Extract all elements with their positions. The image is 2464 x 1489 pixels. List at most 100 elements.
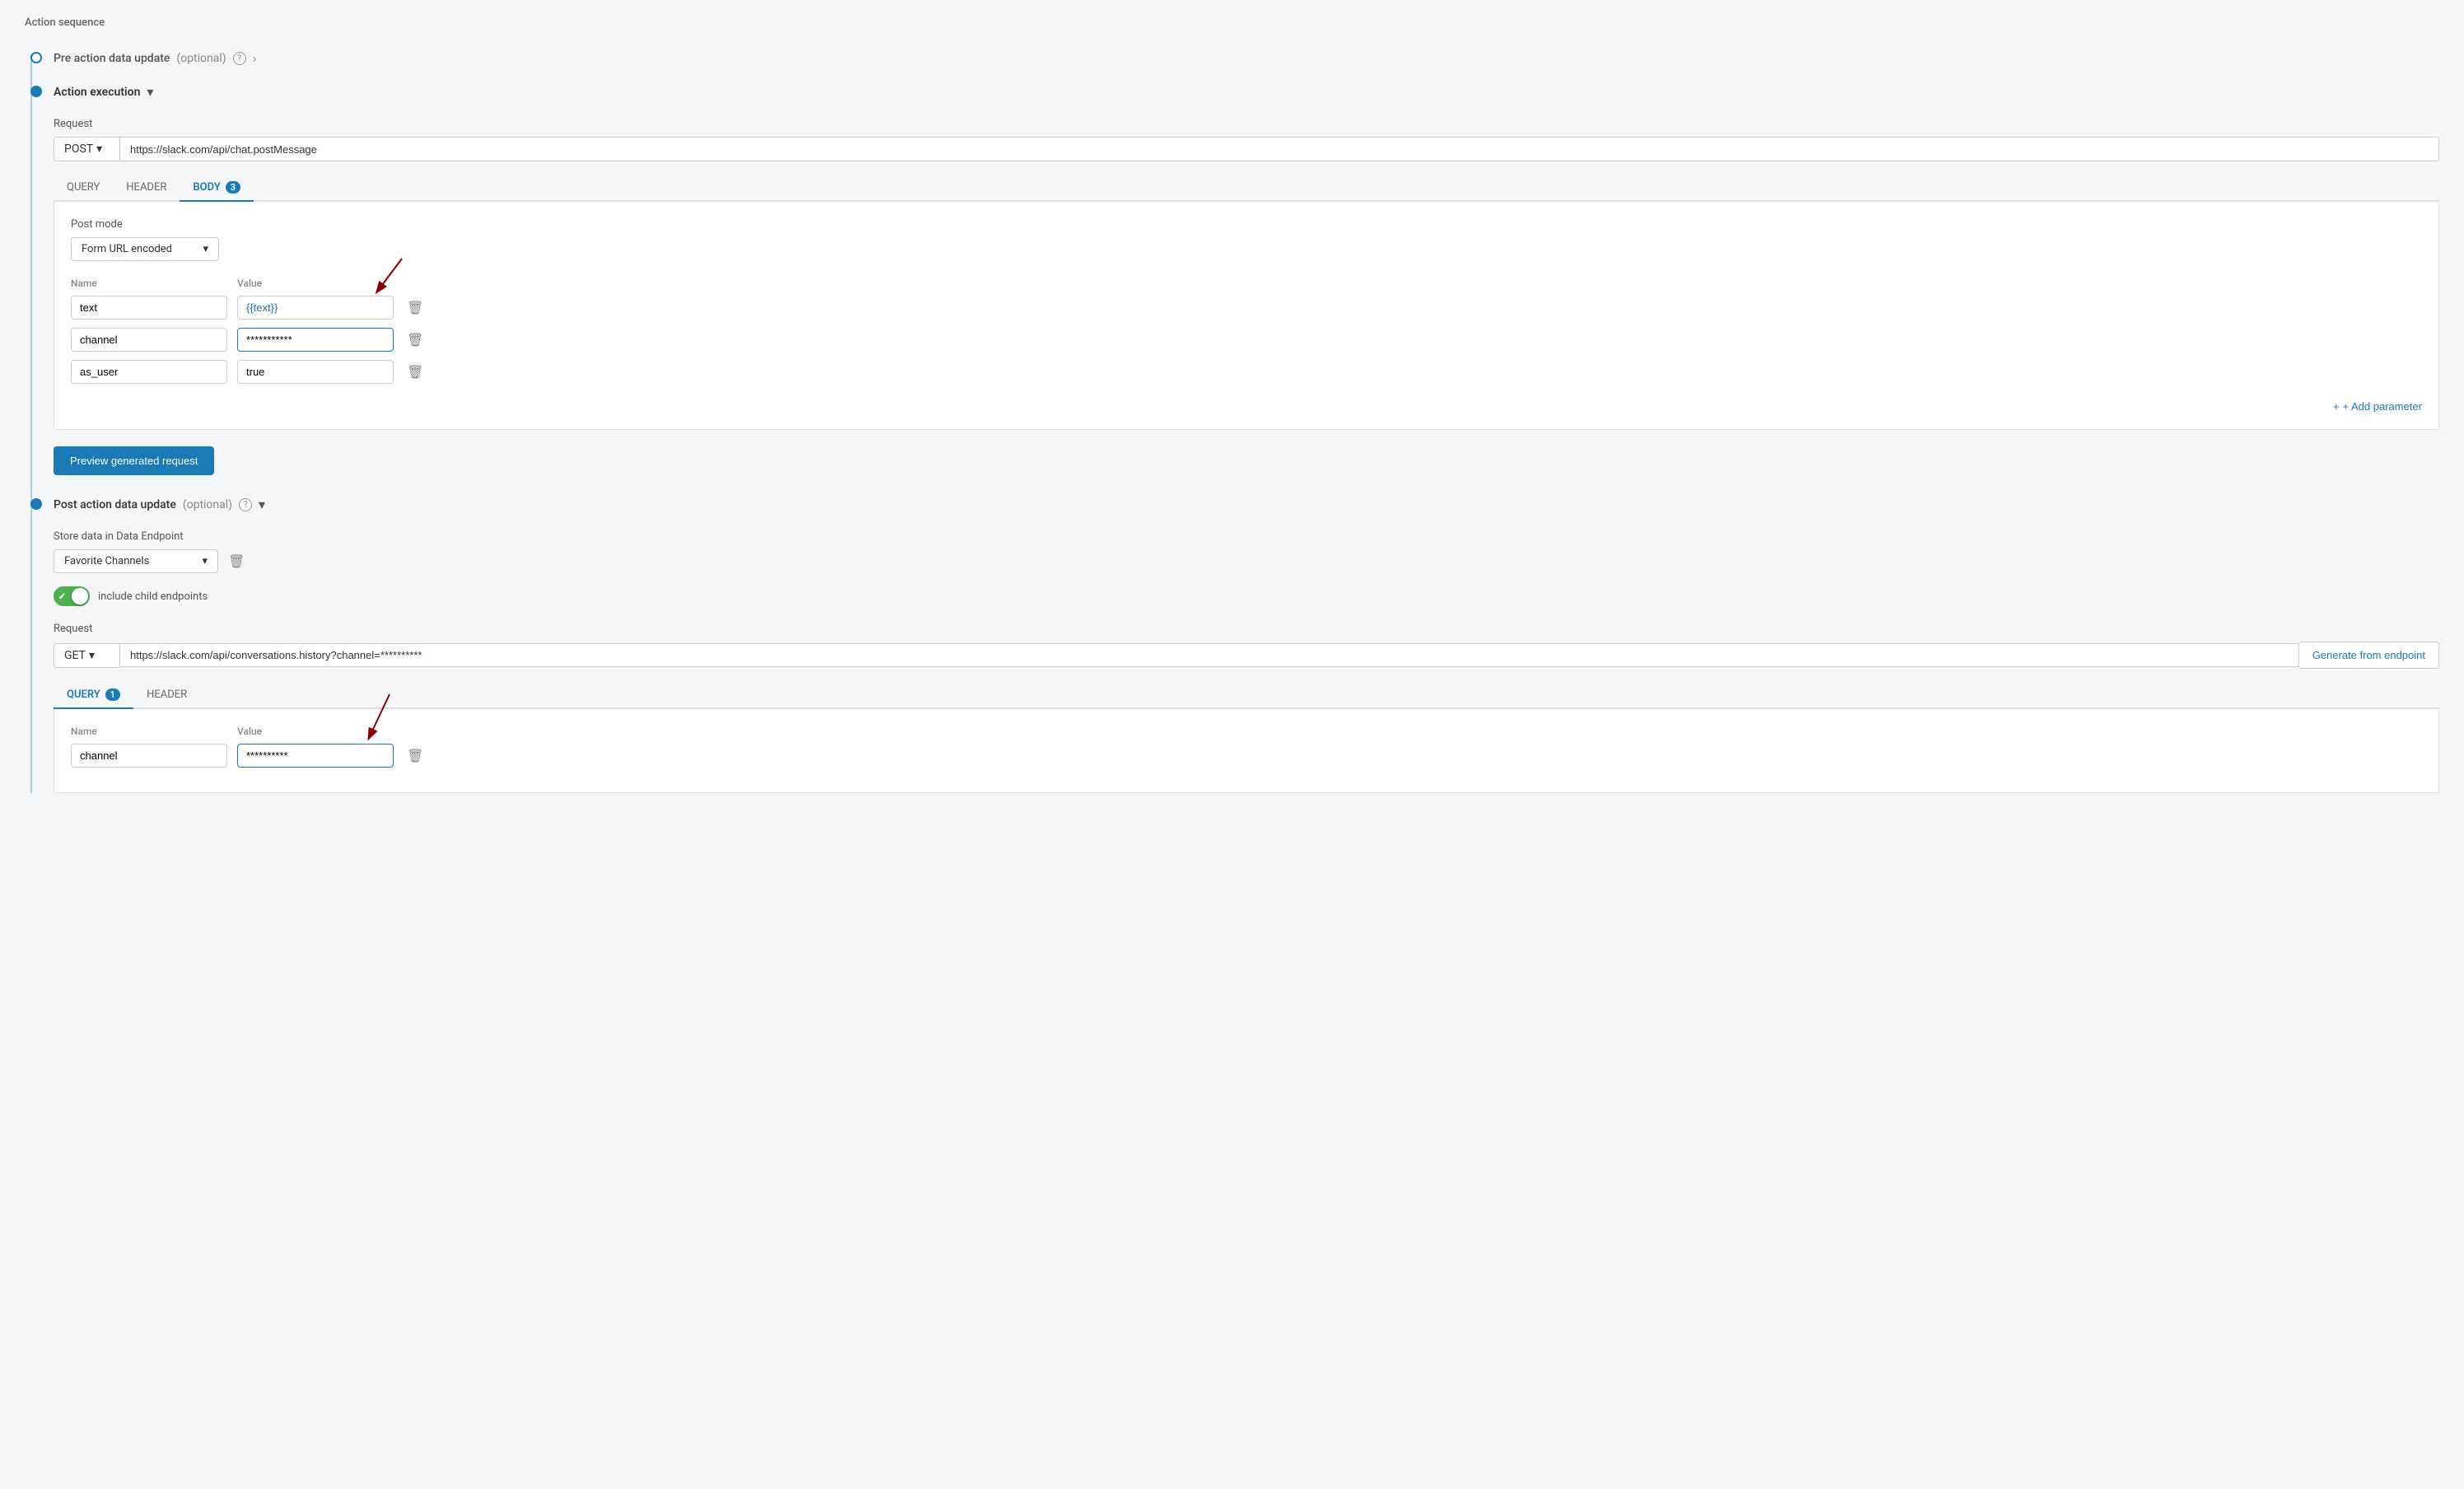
param-name-asuser[interactable] xyxy=(71,360,227,384)
post-params-header: Name Value xyxy=(71,726,2422,737)
request-tabs: QUERY HEADER BODY 3 xyxy=(54,175,2439,202)
post-delete-channel-button[interactable]: 🗑 xyxy=(404,744,427,768)
pre-action-help-icon[interactable]: ? xyxy=(233,52,246,65)
toggle-row: ✓ include child endpoints xyxy=(54,586,2439,606)
include-child-toggle[interactable]: ✓ xyxy=(54,586,90,606)
store-value: Favorite Channels xyxy=(64,555,149,567)
param-value-channel[interactable] xyxy=(237,328,394,352)
add-param-label: + Add parameter xyxy=(2343,400,2422,413)
url-input[interactable] xyxy=(119,137,2439,161)
action-execution-step: Action execution ▾ Request POST ▾ QUERY … xyxy=(54,79,2439,475)
pre-action-label: Pre action data update xyxy=(54,52,170,65)
param-row-asuser: 🗑 xyxy=(71,360,2422,384)
post-action-dot xyxy=(30,498,42,510)
toggle-label: include child endpoints xyxy=(98,590,208,603)
post-action-label: Post action data update xyxy=(54,498,176,511)
param-row-text: 🗑 xyxy=(71,296,2422,320)
col-name-header: Name xyxy=(71,278,227,289)
post-query-panel: Name Value xyxy=(54,709,2439,793)
tab-query[interactable]: QUERY xyxy=(54,175,113,202)
add-param-button[interactable]: + + Add parameter xyxy=(2333,400,2422,413)
post-mode-select[interactable]: Form URL encoded ▾ xyxy=(71,237,219,261)
body-panel: Post mode Form URL encoded ▾ Name Value xyxy=(54,202,2439,430)
toggle-check-icon: ✓ xyxy=(58,591,65,602)
generate-from-endpoint-button[interactable]: Generate from endpoint xyxy=(2299,642,2439,669)
post-request-tabs: QUERY 1 HEADER xyxy=(54,682,2439,709)
tab-query-label: QUERY xyxy=(67,181,100,194)
delete-store-button[interactable]: 🗑 xyxy=(225,550,248,573)
request-row: POST ▾ xyxy=(54,137,2439,161)
request-label: Request xyxy=(54,118,2439,130)
delete-channel-button[interactable]: 🗑 xyxy=(404,329,427,352)
param-value-text[interactable] xyxy=(237,296,394,320)
trash-icon-2: 🗑 xyxy=(407,332,423,348)
post-method-chevron-icon: ▾ xyxy=(89,649,95,662)
method-chevron-icon: ▾ xyxy=(96,142,102,156)
post-action-help-icon[interactable]: ? xyxy=(239,498,252,511)
pre-action-step: Pre action data update (optional) ? › xyxy=(54,45,2439,71)
col-value-header: Value xyxy=(237,278,394,289)
post-url-input[interactable] xyxy=(119,643,2299,667)
post-action-step: Post action data update (optional) ? ▾ S… xyxy=(54,492,2439,793)
pre-action-chevron-right-icon: › xyxy=(253,50,257,66)
timeline-line xyxy=(30,55,32,793)
post-action-header[interactable]: Post action data update (optional) ? ▾ xyxy=(54,492,2439,517)
post-mode-label: Post mode xyxy=(71,218,2422,231)
trash-icon-post: 🗑 xyxy=(407,748,423,764)
post-action-chevron-down-icon: ▾ xyxy=(259,497,265,512)
post-tab-query-label: QUERY xyxy=(67,688,100,701)
param-name-text[interactable] xyxy=(71,296,227,320)
method-value: POST xyxy=(64,142,93,156)
post-tab-query-badge: 1 xyxy=(105,688,120,701)
store-chevron-icon: ▾ xyxy=(202,555,208,567)
page-title: Action sequence xyxy=(25,16,2439,29)
pre-action-optional: (optional) xyxy=(176,52,226,65)
delete-text-button[interactable]: 🗑 xyxy=(404,296,427,320)
preview-generated-request-button[interactable]: Preview generated request xyxy=(54,446,214,475)
tab-header-label: HEADER xyxy=(126,181,166,194)
post-request-row: GET ▾ Generate from endpoint xyxy=(54,642,2439,669)
action-execution-body: Request POST ▾ QUERY HEADER BODY 3 xyxy=(54,118,2439,475)
tab-body[interactable]: BODY 3 xyxy=(180,175,254,202)
action-execution-label: Action execution xyxy=(54,86,140,99)
tab-body-badge: 3 xyxy=(226,181,240,194)
action-execution-chevron-down-icon: ▾ xyxy=(147,84,153,100)
delete-asuser-button[interactable]: 🗑 xyxy=(404,361,427,384)
pre-action-dot xyxy=(30,52,42,63)
param-value-text-container xyxy=(237,296,394,320)
param-value-asuser[interactable] xyxy=(237,360,394,384)
tab-header[interactable]: HEADER xyxy=(113,175,180,202)
toggle-knob xyxy=(72,588,88,604)
trash-icon-store: 🗑 xyxy=(228,553,245,570)
store-select[interactable]: Favorite Channels ▾ xyxy=(54,549,218,573)
post-mode-value: Form URL encoded xyxy=(82,243,172,255)
trash-icon: 🗑 xyxy=(407,300,423,316)
post-col-value-header: Value xyxy=(237,726,394,737)
post-tab-header-label: HEADER xyxy=(147,688,187,701)
post-param-value-channel-container xyxy=(237,744,394,768)
post-param-row-channel: 🗑 xyxy=(71,744,2422,768)
action-execution-dot xyxy=(30,86,42,97)
post-param-name-channel[interactable] xyxy=(71,744,227,768)
clearfix: + + Add parameter xyxy=(71,392,2422,413)
post-tab-query[interactable]: QUERY 1 xyxy=(54,682,133,709)
post-method-select[interactable]: GET ▾ xyxy=(54,643,119,668)
trash-icon-3: 🗑 xyxy=(407,364,423,380)
post-action-optional: (optional) xyxy=(183,498,232,511)
params-header: Name Value xyxy=(71,278,2422,289)
post-col-name-header: Name xyxy=(71,726,227,737)
post-method-value: GET xyxy=(64,649,86,662)
post-mode-chevron-icon: ▾ xyxy=(203,243,208,255)
store-label: Store data in Data Endpoint xyxy=(54,530,2439,543)
plus-icon: + xyxy=(2333,400,2340,413)
post-tab-header[interactable]: HEADER xyxy=(133,682,200,709)
method-select[interactable]: POST ▾ xyxy=(54,137,119,161)
post-request-label: Request xyxy=(54,623,2439,635)
pre-action-header[interactable]: Pre action data update (optional) ? › xyxy=(54,45,2439,71)
param-name-channel[interactable] xyxy=(71,328,227,352)
param-row-channel: 🗑 xyxy=(71,328,2422,352)
store-data-row: Favorite Channels ▾ 🗑 xyxy=(54,549,2439,573)
tab-body-label: BODY xyxy=(193,181,220,194)
action-execution-header[interactable]: Action execution ▾ xyxy=(54,79,2439,105)
post-param-value-channel[interactable] xyxy=(237,744,394,768)
